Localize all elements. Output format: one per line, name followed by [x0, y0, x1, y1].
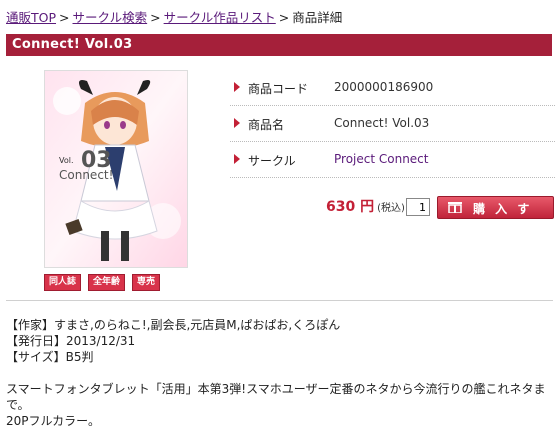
arrow-icon: [234, 82, 240, 92]
breadcrumb: 通販TOP > サークル検索 > サークル作品リスト > 商品詳細: [6, 7, 342, 26]
info-row-product-name: 商品名 Connect! Vol.03: [230, 106, 555, 142]
cover-brand: Connect!: [59, 168, 113, 182]
info-value: 2000000186900: [334, 80, 434, 94]
breadcrumb-separator: >: [59, 10, 70, 25]
info-row-product-code: 商品コード 2000000186900: [230, 70, 555, 106]
arrow-icon: [234, 154, 240, 164]
cart-icon: [448, 202, 462, 213]
description-pages: 20Pフルカラー。: [6, 414, 101, 428]
breadcrumb-separator: >: [278, 10, 290, 25]
circle-link[interactable]: Project Connect: [334, 152, 429, 166]
price-box: 630 円 (税込): [326, 196, 405, 216]
description-body: スマートフォンタブレット「活用」本第3弾!スマホユーザー定番のネタから今流行りの…: [6, 382, 546, 412]
description-release-date: 【発行日】2013/12/31: [6, 334, 136, 348]
info-label: 商品名: [248, 118, 285, 132]
buy-button-label: 購 入 す る: [473, 202, 533, 233]
price: 630 円: [326, 199, 375, 215]
product-info-table: 商品コード 2000000186900 商品名 Connect! Vol.03 …: [230, 70, 555, 178]
product-title: Connect! Vol.03: [12, 37, 133, 52]
description-author: 【作家】すまさ,のらねこ!,副会長,元店員M,ぱおぱお,くろぽん: [6, 318, 341, 332]
description-size: 【サイズ】B5判: [6, 350, 94, 364]
breadcrumb-link-circle-search[interactable]: サークル検索: [73, 10, 148, 25]
arrow-icon: [234, 118, 240, 128]
badge-all-ages: 全年齢: [88, 274, 126, 291]
info-value: Connect! Vol.03: [334, 116, 430, 130]
breadcrumb-link-circle-works[interactable]: サークル作品リスト: [164, 10, 276, 25]
info-label: 商品コード: [248, 82, 309, 96]
buy-button[interactable]: 購 入 す る: [437, 196, 554, 233]
quantity-input[interactable]: [406, 198, 430, 216]
breadcrumb-separator: >: [150, 10, 161, 25]
badge-doujinshi: 同人誌: [44, 274, 82, 291]
breadcrumb-link-shop-top[interactable]: 通販TOP: [6, 10, 56, 25]
cover-illustration: Vol. 03 Connect!: [45, 71, 187, 267]
tax-note: (税込): [377, 203, 405, 214]
section-divider: [6, 300, 553, 301]
product-title-bar: Connect! Vol.03: [6, 34, 552, 56]
product-description: 【作家】すまさ,のらねこ!,副会長,元店員M,ぱおぱお,くろぽん 【発行日】20…: [6, 317, 556, 429]
product-badges: 同人誌 全年齢 専売: [44, 274, 186, 291]
info-label: サークル: [248, 154, 296, 168]
info-row-circle: サークル Project Connect: [230, 142, 555, 178]
product-cover-image[interactable]: Vol. 03 Connect!: [44, 70, 188, 268]
cover-vol-text: Vol.: [59, 156, 74, 165]
breadcrumb-current: 商品詳細: [292, 10, 343, 25]
badge-exclusive: 専売: [132, 274, 161, 291]
